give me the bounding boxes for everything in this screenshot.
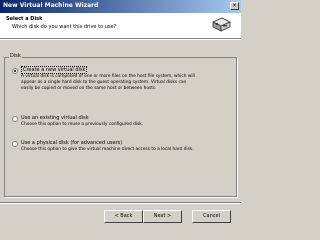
title-bar: New Virtual Machine Wizard × (0, 0, 241, 13)
step-subtitle: Which disk do you want this drive to use… (12, 24, 117, 30)
option-use-physical-disk-desc: Choose this option to give the virtual m… (21, 147, 194, 152)
radio-use-existing-disk[interactable] (12, 116, 18, 122)
step-title: Select a Disk (6, 16, 43, 22)
disk-group-label: Disk (9, 53, 22, 59)
option-use-physical-disk-label[interactable]: Use a physical disk (for advanced users) (21, 140, 122, 146)
radio-create-new-disk[interactable] (12, 68, 18, 74)
option-use-existing-disk-desc: Choose this option to reuse a previously… (21, 122, 144, 127)
option-create-new-disk-label[interactable]: Create a new virtual disk (21, 66, 88, 74)
back-button[interactable]: < Back (104, 210, 143, 223)
radio-use-physical-disk[interactable] (12, 141, 18, 147)
option-use-existing-disk-label[interactable]: Use an existing virtual disk (21, 115, 89, 121)
close-button[interactable]: × (230, 2, 239, 10)
window-title: New Virtual Machine Wizard (3, 2, 99, 9)
wizard-header: Select a Disk Which disk do you want thi… (0, 13, 241, 38)
next-button[interactable]: Next > (143, 210, 182, 223)
cancel-button[interactable]: Cancel (192, 210, 231, 223)
option-create-new-disk-desc-line3: easily be copied or moved on the same ho… (21, 86, 157, 91)
disk-drive-icon (212, 17, 231, 32)
